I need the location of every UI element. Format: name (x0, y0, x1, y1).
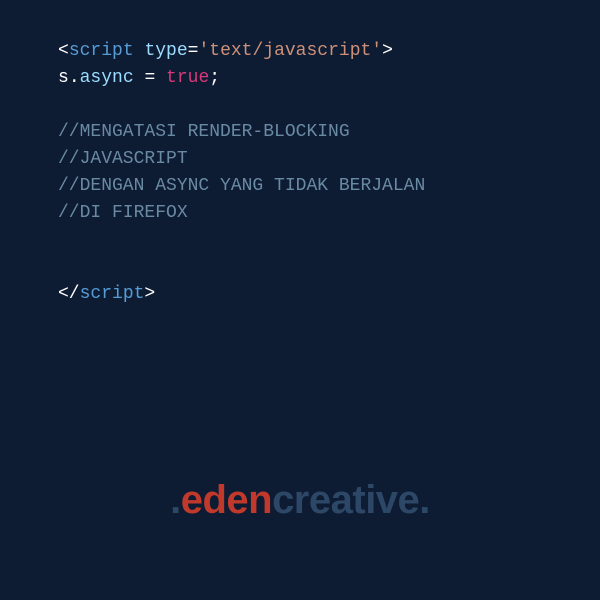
end-angle-close: > (144, 284, 155, 304)
code-line-close: </script> (58, 281, 542, 308)
comment-line-4: //DI FIREFOX (58, 200, 542, 227)
keyword-true: true (166, 68, 209, 88)
angle-open: < (58, 41, 69, 61)
comment-line-1: //MENGATASI RENDER-BLOCKING (58, 119, 542, 146)
end-tag-script: script (80, 284, 145, 304)
assign-op: = (134, 68, 166, 88)
watermark-logo: .edencreative. (0, 470, 600, 530)
space (134, 41, 145, 61)
blank-line (58, 227, 542, 254)
equals: = (188, 41, 199, 61)
dot: . (69, 68, 80, 88)
watermark-creative: creative (272, 478, 419, 522)
property-async: async (80, 68, 134, 88)
attr-type: type (144, 41, 187, 61)
blank-line (58, 254, 542, 281)
attr-type-value: 'text/javascript' (198, 41, 382, 61)
code-line-assign: s.async = true; (58, 65, 542, 92)
comment-line-3: //DENGAN ASYNC YANG TIDAK BERJALAN (58, 173, 542, 200)
watermark-eden: eden (181, 478, 272, 522)
identifier-s: s (58, 68, 69, 88)
end-angle-open: </ (58, 284, 80, 304)
comment-line-2: //JAVASCRIPT (58, 146, 542, 173)
watermark-dot: . (170, 478, 181, 522)
tag-script: script (69, 41, 134, 61)
watermark-dot: . (419, 478, 430, 522)
angle-close: > (382, 41, 393, 61)
code-line-open: <script type='text/javascript'> (58, 38, 542, 65)
code-block: <script type='text/javascript'> s.async … (0, 0, 600, 346)
semicolon: ; (209, 68, 220, 88)
blank-line (58, 92, 542, 119)
